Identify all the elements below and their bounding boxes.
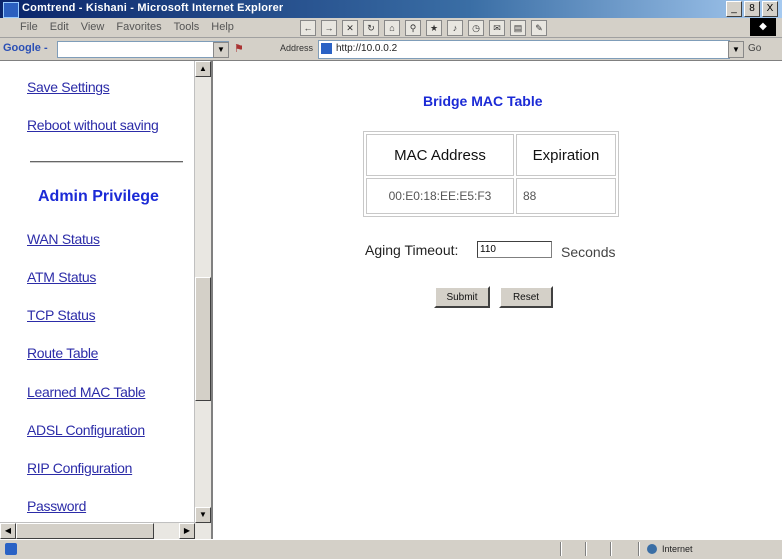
close-button[interactable]: X [762, 1, 778, 17]
sidebar-item-wan-status[interactable]: WAN Status [27, 231, 100, 247]
scroll-up-icon[interactable]: ▲ [195, 61, 211, 77]
sidebar-vertical-scrollbar[interactable]: ▲ ▼ [194, 61, 211, 539]
horizontal-scroll-thumb[interactable] [16, 523, 154, 539]
sidebar-item-learned-mac-table[interactable]: Learned MAC Table [27, 384, 146, 400]
aging-timeout-input[interactable] [477, 241, 552, 258]
cell-mac-address: 00:E0:18:EE:E5:F3 [366, 178, 514, 214]
google-toolbar-logo[interactable]: Google - [3, 42, 48, 54]
sidebar-item-tcp-status[interactable]: TCP Status [27, 307, 96, 323]
back-icon[interactable]: ← [300, 20, 316, 36]
table-header-row: MAC Address Expiration [366, 134, 616, 176]
menu-toolbar-row: File Edit View Favorites Tools Help ← → … [0, 18, 782, 38]
scroll-right-icon[interactable]: ▶ [179, 523, 195, 539]
edit-icon[interactable]: ✎ [531, 20, 547, 36]
standard-toolbar: ← → ✕ ↻ ⌂ ⚲ ★ ♪ ◷ ✉ ▤ ✎ [300, 20, 547, 36]
menu-help[interactable]: Help [211, 21, 234, 33]
sidebar-horizontal-scrollbar[interactable]: ◀ ▶ [0, 522, 195, 539]
internet-zone-icon [647, 544, 657, 554]
sidebar-item-route-table[interactable]: Route Table [27, 345, 98, 361]
status-divider [560, 542, 562, 556]
sidebar-divider [30, 161, 183, 163]
scroll-left-icon[interactable]: ◀ [0, 523, 16, 539]
cell-expiration: 88 [516, 178, 616, 214]
submit-button[interactable]: Submit [434, 286, 490, 308]
windows-logo-icon: ◆ [750, 18, 776, 36]
table-row: 00:E0:18:EE:E5:F3 88 [366, 178, 616, 214]
menu-tools[interactable]: Tools [174, 21, 200, 33]
history-icon[interactable]: ◷ [468, 20, 484, 36]
window-title-bar: Comtrend - Kishani - Microsoft Internet … [0, 0, 782, 18]
home-icon[interactable]: ⌂ [384, 20, 400, 36]
address-dropdown-icon[interactable]: ▼ [728, 41, 744, 58]
sidebar-item-atm-status[interactable]: ATM Status [27, 269, 96, 285]
menu-favorites[interactable]: Favorites [116, 21, 161, 33]
google-search-input[interactable] [57, 41, 229, 58]
google-search-icon[interactable]: ⚑ [234, 42, 244, 55]
minimize-button[interactable]: _ [726, 1, 742, 17]
sidebar-frame: Save Settings Reboot without saving Admi… [0, 61, 213, 539]
address-label: Address [280, 43, 314, 53]
mail-icon[interactable]: ✉ [489, 20, 505, 36]
page-title: Bridge MAC Table [423, 93, 543, 109]
forward-icon[interactable]: → [321, 20, 337, 36]
sidebar-item-reboot[interactable]: Reboot without saving [27, 117, 159, 133]
menu-edit[interactable]: Edit [50, 21, 69, 33]
column-header-mac: MAC Address [366, 134, 514, 176]
column-header-expiration: Expiration [516, 134, 616, 176]
reset-button[interactable]: Reset [499, 286, 553, 308]
status-divider [638, 542, 640, 556]
status-bar: Internet [0, 539, 782, 559]
page-done-icon [5, 543, 17, 555]
address-input[interactable]: http://10.0.0.2 [318, 40, 730, 59]
seconds-label: Seconds [561, 244, 616, 260]
media-icon[interactable]: ♪ [447, 20, 463, 36]
address-url[interactable]: http://10.0.0.2 [336, 43, 397, 54]
sidebar-item-rip-configuration[interactable]: RIP Configuration [27, 460, 132, 476]
security-zone-label: Internet [662, 544, 693, 554]
window-controls: _ 8 X [726, 1, 778, 17]
sidebar-item-password[interactable]: Password [27, 498, 86, 514]
address-row: Google - ▼ ⚑ Address http://10.0.0.2 ▼ G… [0, 38, 782, 61]
status-divider [610, 542, 612, 556]
window-title: Comtrend - Kishani - Microsoft Internet … [22, 2, 284, 14]
mac-table: MAC Address Expiration 00:E0:18:EE:E5:F3… [363, 131, 619, 217]
page-icon [321, 43, 332, 54]
menu-file[interactable]: File [20, 21, 38, 33]
admin-privilege-heading: Admin Privilege [38, 188, 159, 205]
main-frame: Bridge MAC Table MAC Address Expiration … [213, 61, 782, 539]
menu-bar: File Edit View Favorites Tools Help [20, 21, 234, 33]
search-icon[interactable]: ⚲ [405, 20, 421, 36]
favorites-icon[interactable]: ★ [426, 20, 442, 36]
print-icon[interactable]: ▤ [510, 20, 526, 36]
refresh-icon[interactable]: ↻ [363, 20, 379, 36]
status-divider [585, 542, 587, 556]
maximize-button[interactable]: 8 [744, 1, 760, 17]
go-button[interactable]: Go [748, 43, 761, 54]
google-dropdown-icon[interactable]: ▼ [213, 42, 229, 58]
aging-timeout-label: Aging Timeout: [365, 242, 459, 258]
scroll-down-icon[interactable]: ▼ [195, 507, 211, 523]
stop-icon[interactable]: ✕ [342, 20, 358, 36]
ie-icon [3, 2, 19, 18]
sidebar-item-adsl-configuration[interactable]: ADSL Configuration [27, 422, 145, 438]
scroll-thumb[interactable] [195, 277, 211, 401]
menu-view[interactable]: View [81, 21, 105, 33]
sidebar-item-save-settings[interactable]: Save Settings [27, 79, 110, 95]
